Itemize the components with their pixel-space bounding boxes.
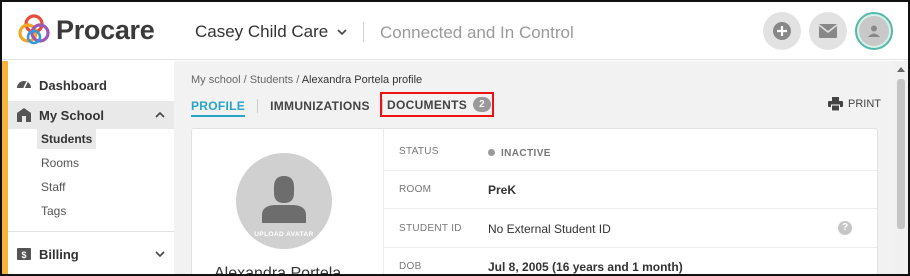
procare-logo[interactable]: Procare [16,12,155,48]
help-icon[interactable]: ? [838,221,852,235]
sidebar-subitem-rooms[interactable]: Rooms [37,153,83,173]
field-value: PreK [488,182,517,197]
status-dot-icon [488,148,495,156]
print-label: PRINT [848,98,881,110]
student-name: Alexandra Portela [214,265,342,276]
sidebar-item-label: Dashboard [39,77,107,93]
field-label: STUDENT ID [399,223,462,234]
top-header: Procare Casey Child Care Connected and I… [2,2,908,60]
add-button[interactable] [763,12,801,50]
field-row-room: ROOM PreK [384,171,877,209]
scrollbar[interactable] [894,61,908,274]
status-value: INACTIVE [488,145,551,159]
sidebar-item-my-school[interactable]: My School [8,101,174,129]
printer-icon [828,97,843,111]
tab-immunizations[interactable]: IMMUNIZATIONS [270,99,370,113]
app-window: Procare Casey Child Care Connected and I… [0,0,910,276]
sidebar-item-dashboard[interactable]: Dashboard [8,74,174,96]
header-divider [363,22,364,42]
print-button[interactable]: PRINT [828,97,881,111]
chevron-down-icon [155,251,165,258]
user-menu-button[interactable] [855,12,893,50]
upload-avatar-button[interactable]: UPLOAD AVATAR [236,153,332,249]
tagline: Connected and In Control [380,23,574,42]
profile-tabs: PROFILE IMMUNIZATIONS [191,96,395,117]
sidebar-item-label: Billing [39,246,79,262]
field-row-status: STATUS INACTIVE [384,133,877,171]
tab-profile[interactable]: PROFILE [191,99,246,117]
user-icon [868,25,880,37]
breadcrumb-separator: / [243,74,247,86]
documents-count-badge: 2 [473,97,492,112]
tab-documents[interactable]: DOCUMENTS 2 [380,92,494,117]
sidebar-subitem-tags[interactable]: Tags [37,201,70,221]
profile-card: UPLOAD AVATAR Alexandra Portela STATUS I… [191,128,878,276]
sidebar-subitem-staff[interactable]: Staff [37,177,69,197]
field-label: DOB [399,261,422,272]
field-value: Jul 8, 2005 (16 years and 1 month) [488,259,683,274]
field-row-student-id: STUDENT ID No External Student ID ? [384,210,877,248]
svg-text:$: $ [21,250,26,260]
profile-summary: UPLOAD AVATAR Alexandra Portela [192,129,384,276]
procare-logo-icon [18,14,50,45]
school-icon [15,106,33,124]
user-avatar [859,16,889,46]
scrollbar-thumb[interactable] [897,79,905,229]
status-text: INACTIVE [501,147,551,159]
scroll-up-arrow-icon[interactable] [897,67,905,72]
tab-documents-label: DOCUMENTS [387,97,468,112]
sidebar-item-billing[interactable]: $ Billing [8,243,174,265]
mail-icon [818,24,838,38]
dashboard-icon [15,76,33,94]
field-value: No External Student ID [488,221,611,236]
breadcrumb-separator: / [296,74,300,86]
breadcrumb-current: Alexandra Portela profile [301,74,423,86]
chevron-up-icon [155,111,165,118]
sidebar: Dashboard My School Students Rooms Staff… [2,61,174,274]
field-row-dob: DOB Jul 8, 2005 (16 years and 1 month) [384,248,877,274]
tab-divider [257,99,259,113]
breadcrumb-my-school[interactable]: My school [191,74,241,86]
brand-name: Procare [56,14,155,45]
breadcrumb: My school / Students / Alexandra Portela… [191,74,422,86]
plus-icon [773,22,791,40]
sidebar-subitem-students[interactable]: Students [37,129,97,149]
field-label: STATUS [399,146,439,157]
sidebar-item-label: My School [39,107,105,123]
upload-avatar-label: UPLOAD AVATAR [254,231,314,238]
messages-button[interactable] [809,12,847,50]
chevron-down-icon [337,29,347,36]
school-name: Casey Child Care [195,22,329,41]
person-silhouette-icon [262,176,306,223]
field-label: ROOM [399,184,432,195]
sidebar-divider [8,231,174,232]
breadcrumb-students[interactable]: Students [250,74,293,86]
billing-icon: $ [15,245,33,263]
school-selector[interactable]: Casey Child Care [195,22,348,42]
